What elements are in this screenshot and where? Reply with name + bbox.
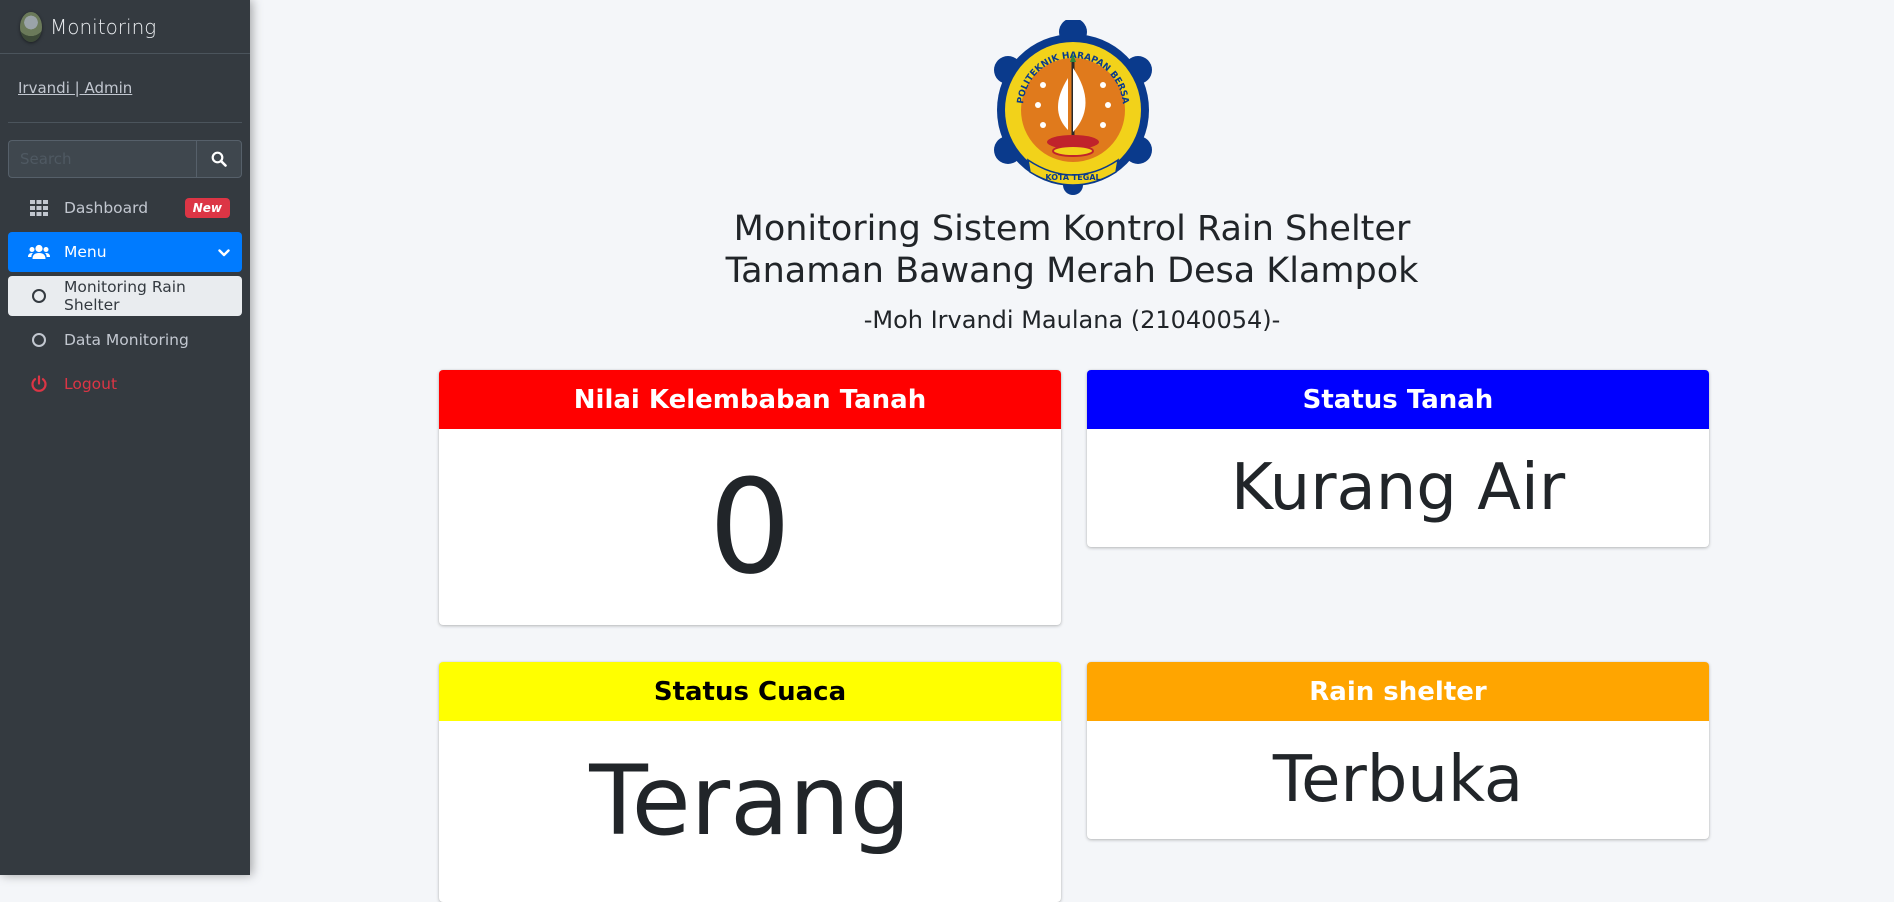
card-header: Status Cuaca [439, 662, 1061, 721]
sidebar-item-label: Data Monitoring [64, 331, 189, 349]
search-input[interactable] [8, 140, 196, 178]
college-emblem-logo: POLITEKNIK HARAPAN BERSAMA KOTA TEGAL [988, 20, 1152, 195]
soil-moisture-value: 0 [708, 451, 792, 603]
power-icon [28, 373, 50, 395]
circle-icon [28, 329, 50, 351]
chevron-down-icon [218, 243, 230, 261]
page-subtitle: -Moh Irvandi Maulana (21040054)- [863, 306, 1281, 334]
sidebar-item-logout[interactable]: Logout [8, 364, 242, 404]
page-title-line-2: Tanaman Bawang Merah Desa Klampok [725, 251, 1419, 291]
sidebar-item-label: Menu [64, 243, 107, 261]
card-header: Status Tanah [1087, 370, 1709, 429]
card-body: Terang [439, 721, 1061, 881]
rain-shelter-value: Terbuka [1272, 743, 1524, 817]
sidebar: Monitoring Irvandi | Admin Dashboard New [0, 0, 250, 875]
sidebar-item-label: Monitoring Rain Shelter [64, 278, 186, 314]
search-icon [211, 151, 227, 167]
circle-icon [28, 285, 50, 307]
new-badge: New [184, 198, 230, 218]
sidebar-item-label: Logout [64, 375, 118, 393]
card-body: Terbuka [1087, 721, 1709, 839]
sidebar-item-menu[interactable]: Menu [8, 232, 242, 272]
soil-status-card: Status Tanah Kurang Air [1087, 370, 1709, 547]
card-header: Nilai Kelembaban Tanah [439, 370, 1061, 429]
user-avatar-icon [20, 11, 42, 42]
sidebar-item-dashboard[interactable]: Dashboard New [8, 188, 242, 228]
weather-status-value: Terang [589, 745, 911, 857]
user-panel: Irvandi | Admin [8, 54, 242, 123]
card-body: Kurang Air [1087, 429, 1709, 547]
card-body: 0 [439, 429, 1061, 625]
soil-status-value: Kurang Air [1230, 451, 1566, 525]
main-content: POLITEKNIK HARAPAN BERSAMA KOTA TEGAL Mo… [250, 0, 1894, 902]
brand-title: Monitoring [50, 14, 157, 39]
grid-icon [28, 197, 50, 219]
sidebar-item-data-monitoring[interactable]: Data Monitoring [8, 320, 242, 360]
sidebar-search [8, 140, 242, 178]
emblem-bottom-text: KOTA TEGAL [1045, 173, 1100, 182]
soil-moisture-card: Nilai Kelembaban Tanah 0 [439, 370, 1061, 625]
sidebar-item-monitoring-rain-shelter[interactable]: Monitoring Rain Shelter [8, 276, 242, 316]
rain-shelter-card: Rain shelter Terbuka [1087, 662, 1709, 839]
sidebar-item-label: Dashboard [64, 199, 149, 217]
brand-link[interactable]: Monitoring [0, 0, 250, 54]
search-button[interactable] [196, 140, 242, 178]
user-name-link[interactable]: Irvandi | Admin [18, 79, 132, 97]
weather-status-card: Status Cuaca Terang [439, 662, 1061, 902]
page-title-line-1: Monitoring Sistem Kontrol Rain Shelter [733, 209, 1411, 249]
card-header: Rain shelter [1087, 662, 1709, 721]
users-icon [28, 241, 50, 263]
